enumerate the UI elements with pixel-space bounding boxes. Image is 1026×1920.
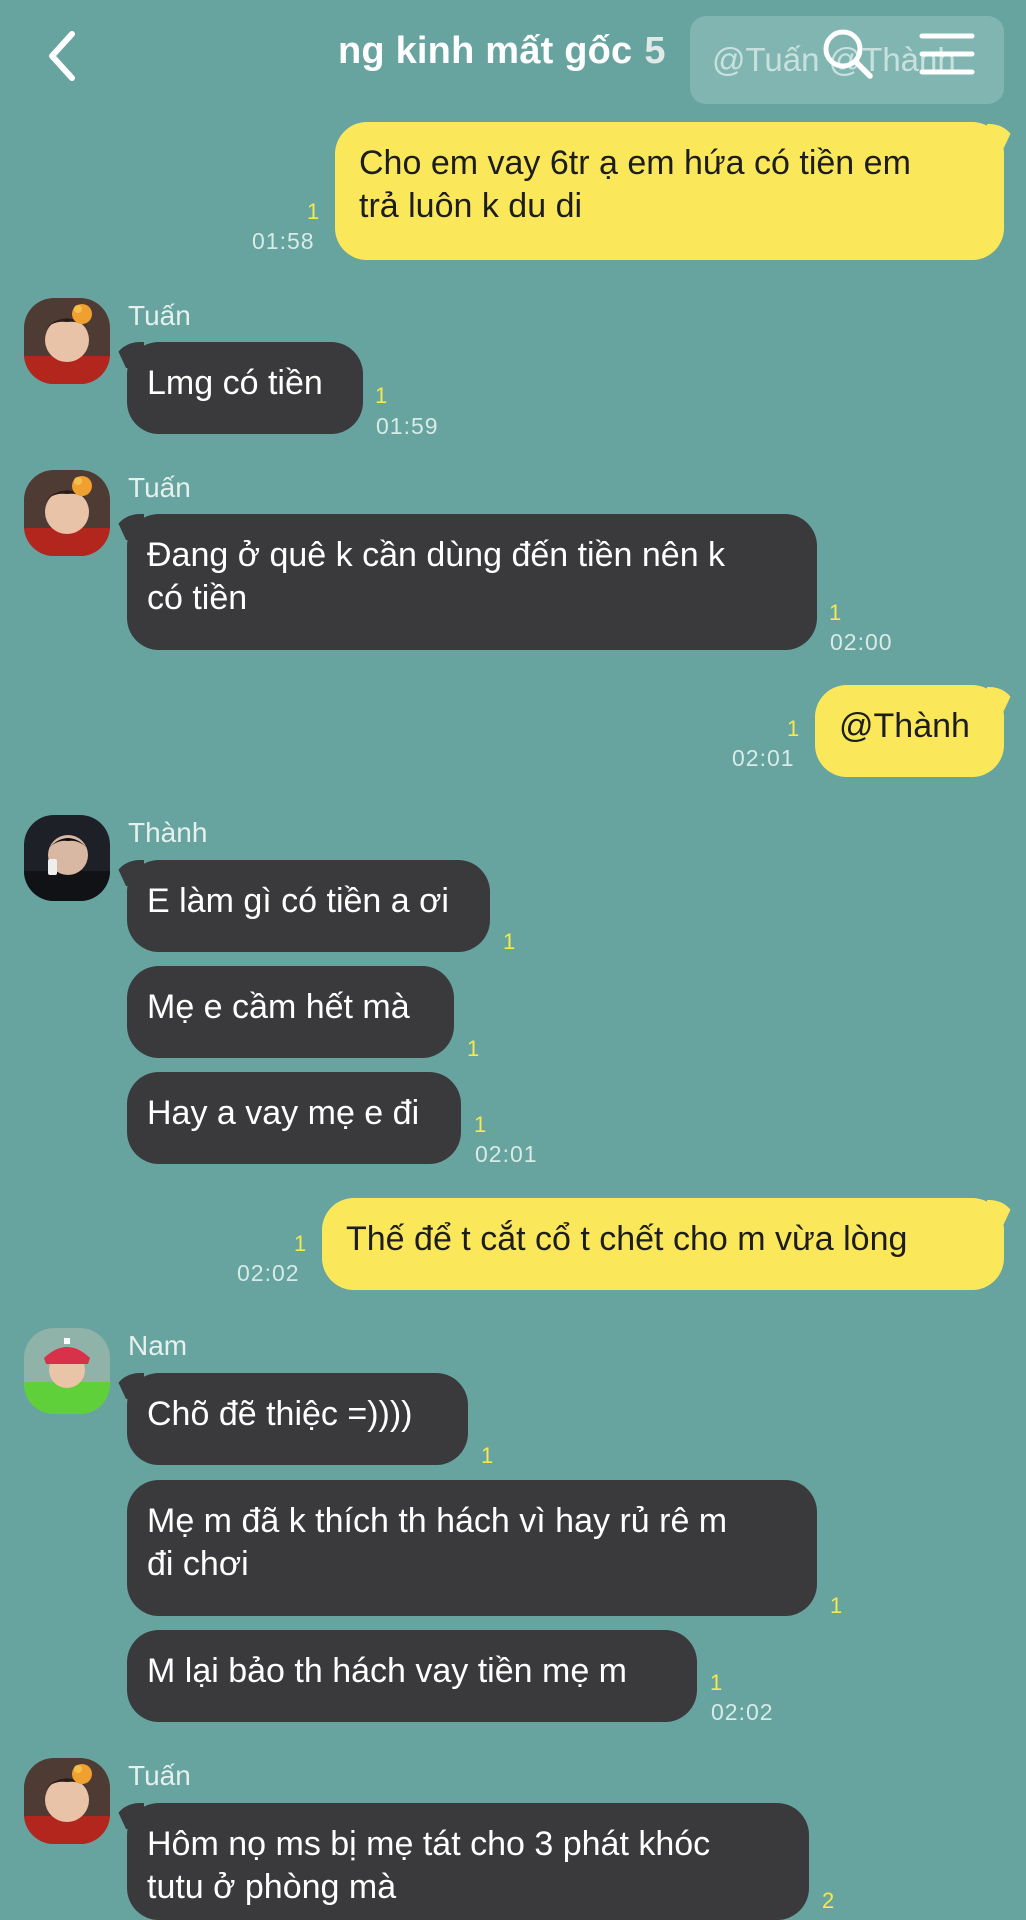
message-text-line: Cho em vay 6tr ạ em hứa có tiền em — [359, 144, 911, 182]
avatar-nam[interactable] — [24, 1328, 110, 1414]
message-time: 01:59 — [376, 413, 439, 439]
member-count: 5 — [644, 30, 666, 72]
message-text: @Thành — [839, 707, 970, 745]
read-count: 1 — [829, 600, 842, 625]
search-icon — [823, 29, 873, 79]
message-text: Lmg có tiền — [147, 364, 323, 402]
read-count: 1 — [307, 199, 320, 224]
incoming-message[interactable]: Đang ở quê k cần dùng đến tiền nên k có … — [127, 514, 817, 650]
incoming-message[interactable]: Lmg có tiền — [127, 342, 363, 434]
chevron-left-icon — [49, 31, 75, 81]
sender-name: Tuấn — [128, 472, 191, 503]
message-time: 02:02 — [237, 1260, 300, 1286]
read-count: 1 — [294, 1231, 307, 1256]
read-count: 2 — [822, 1888, 835, 1913]
read-count: 1 — [481, 1443, 494, 1468]
incoming-message[interactable]: Chõ đẽ thiệc =)))) — [127, 1373, 468, 1465]
chat-title: ng kinh mất gốc 5 — [338, 30, 666, 73]
message-text-line: có tiền — [147, 579, 248, 617]
chat-title-text: ng kinh mất gốc — [338, 30, 633, 72]
message-time: 02:01 — [732, 745, 795, 771]
read-count: 1 — [710, 1670, 723, 1695]
search-button[interactable] — [820, 26, 876, 82]
message-text-line: Đang ở quê k cần dùng đến tiền nên k — [147, 536, 726, 574]
sender-name: Nam — [128, 1330, 188, 1361]
avatar-tuan[interactable] — [24, 298, 110, 384]
hamburger-menu-icon — [919, 33, 975, 75]
read-count: 1 — [830, 1593, 843, 1618]
sender-name: Tuấn — [128, 300, 191, 331]
incoming-message[interactable]: Mẹ e cầm hết mà — [127, 966, 454, 1058]
avatar-tuan[interactable] — [24, 1758, 110, 1844]
incoming-message[interactable]: Hôm nọ ms bị mẹ tát cho 3 phát khóc tutu… — [127, 1803, 809, 1920]
message-text-line: Mẹ m đã k thích th hách vì hay rủ rê m — [147, 1502, 728, 1540]
message-text-line: trả luôn k du di — [359, 187, 583, 225]
incoming-message[interactable]: E làm gì có tiền a ơi — [127, 860, 490, 952]
avatar-tuan[interactable] — [24, 470, 110, 556]
message-text: E làm gì có tiền a ơi — [147, 882, 449, 920]
read-count: 1 — [787, 716, 800, 741]
read-count: 1 — [467, 1036, 480, 1061]
incoming-message[interactable]: Hay a vay mẹ e đi — [127, 1072, 461, 1164]
avatar-thanh[interactable] — [24, 815, 110, 901]
sender-name: Tuấn — [128, 1760, 191, 1791]
message-text: Chõ đẽ thiệc =)))) — [147, 1395, 413, 1433]
message-text: Hay a vay mẹ e đi — [147, 1094, 420, 1132]
message-text-line: đi chơi — [147, 1545, 249, 1583]
sender-name: Thành — [128, 817, 208, 848]
message-text-line: Hôm nọ ms bị mẹ tát cho 3 phát khóc — [147, 1825, 711, 1863]
menu-button[interactable] — [918, 30, 976, 80]
message-text: M lại bảo th hách vay tiền mẹ m — [147, 1652, 628, 1690]
message-time: 02:01 — [475, 1141, 538, 1167]
read-count: 1 — [474, 1112, 487, 1137]
message-time: 02:02 — [711, 1699, 774, 1725]
read-count: 1 — [375, 383, 388, 408]
incoming-message[interactable]: Mẹ m đã k thích th hách vì hay rủ rê m đ… — [127, 1480, 817, 1616]
back-button[interactable] — [38, 26, 88, 86]
read-count: 1 — [503, 929, 516, 954]
message-text: Mẹ e cầm hết mà — [147, 988, 410, 1026]
chat-header: ng kinh mất gốc 5 @Tuấn @Thành — [0, 0, 1026, 110]
message-text-line: tutu ở phòng mà — [147, 1868, 397, 1906]
incoming-message[interactable]: M lại bảo th hách vay tiền mẹ m — [127, 1630, 697, 1722]
outgoing-message[interactable]: Thế để t cắt cổ t chết cho m vừa lòng — [322, 1198, 1004, 1290]
message-time: 01:58 — [252, 228, 315, 254]
outgoing-message[interactable]: @Thành — [815, 685, 1004, 777]
message-time: 02:00 — [830, 629, 893, 655]
message-text: Thế để t cắt cổ t chết cho m vừa lòng — [346, 1220, 908, 1258]
outgoing-message[interactable]: Cho em vay 6tr ạ em hứa có tiền em trả l… — [335, 122, 1004, 260]
